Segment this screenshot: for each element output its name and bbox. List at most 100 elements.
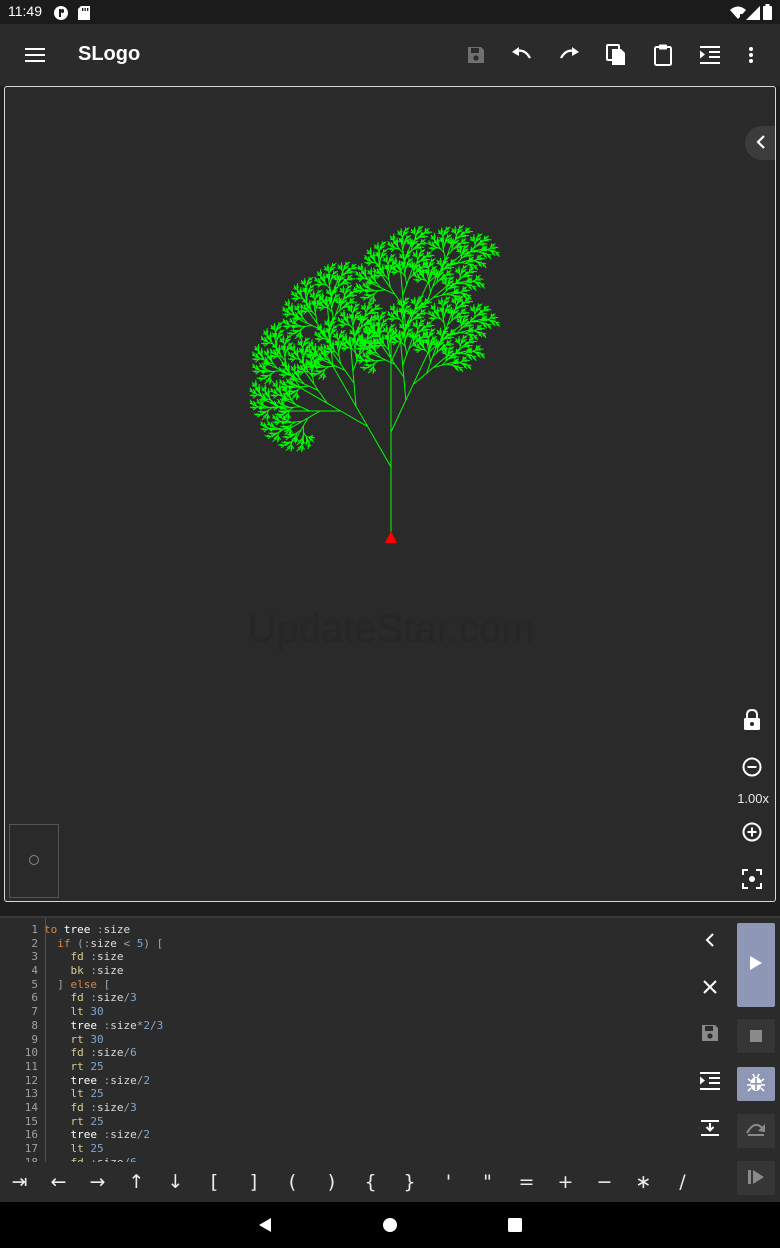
zoom-out-icon[interactable]	[739, 754, 765, 780]
symbol-key[interactable]: ↓	[156, 1162, 195, 1202]
code-token: lt	[70, 1005, 84, 1019]
symbol-key[interactable]: ⇥	[0, 1162, 39, 1202]
format-indent-icon[interactable]	[698, 1069, 722, 1093]
code-line[interactable]: 15 rt 25	[0, 1115, 690, 1129]
panel-toggle-button[interactable]	[745, 126, 775, 160]
code-line[interactable]: 9 rt 30	[0, 1033, 690, 1047]
menu-icon[interactable]	[21, 41, 49, 69]
editor-tools	[690, 918, 780, 1162]
code-editor[interactable]: 1 to tree :size 2 if (:size < 5) [3 fd :si…	[0, 918, 690, 1162]
minimap-viewport	[29, 855, 39, 865]
indent-icon[interactable]	[696, 41, 724, 69]
code-source: fd :size/3	[42, 991, 137, 1005]
code-line[interactable]: 13 lt 25	[0, 1087, 690, 1101]
code-line[interactable]: 7 lt 30	[0, 1005, 690, 1019]
symbol-key[interactable]: "	[468, 1162, 507, 1202]
code-line[interactable]: 4 bk :size	[0, 964, 690, 978]
stop-button[interactable]	[737, 1019, 775, 1053]
symbol-key[interactable]: ↑	[117, 1162, 156, 1202]
turtle-drawing	[249, 225, 500, 543]
code-token: )	[143, 936, 150, 950]
code-line[interactable]: 5 ] else [	[0, 978, 690, 992]
turtle-canvas[interactable]: UpdateStar.com 1.00x	[4, 86, 776, 902]
code-token: :	[97, 923, 104, 936]
code-line[interactable]: 2 if (:size < 5) [	[0, 937, 690, 951]
symbol-key[interactable]: (	[273, 1162, 312, 1202]
code-line[interactable]: 8 tree :size*2/3	[0, 1019, 690, 1033]
symbol-key[interactable]: →	[78, 1162, 117, 1202]
code-source: tree :size/2	[42, 1128, 151, 1142]
lock-icon[interactable]	[739, 707, 765, 733]
symbol-key[interactable]: −	[585, 1162, 624, 1202]
code-line[interactable]: 1 to tree :size	[0, 923, 690, 937]
save-icon[interactable]	[462, 41, 490, 69]
save-code-icon[interactable]	[698, 1021, 722, 1045]
symbol-key[interactable]: {	[351, 1162, 390, 1202]
step-over-button[interactable]	[737, 1114, 775, 1148]
signal-icon	[746, 5, 760, 24]
symbol-bar: ⇥ ← → ↑ ↓[](){} ' " = + − ∗ /	[0, 1161, 780, 1202]
code-token: tree	[70, 1073, 98, 1087]
recents-icon[interactable]	[507, 1217, 523, 1237]
line-number: 11	[24, 1059, 38, 1073]
code-line[interactable]: 6 fd :size/3	[0, 991, 690, 1005]
code-source: rt 25	[42, 1060, 104, 1074]
insert-line-icon[interactable]	[698, 1116, 722, 1140]
zoom-in-icon[interactable]	[739, 819, 765, 845]
redo-icon[interactable]	[555, 41, 583, 69]
code-line[interactable]: 17 lt 25	[0, 1142, 690, 1156]
code-line[interactable]: 14 fd :size/3	[0, 1101, 690, 1115]
home-icon[interactable]	[382, 1217, 398, 1237]
line-number: 15	[24, 1114, 38, 1128]
code-token: (:	[77, 936, 91, 950]
code-line[interactable]: 11 rt 25	[0, 1060, 690, 1074]
symbol-key[interactable]: }	[390, 1162, 429, 1202]
run-button[interactable]	[737, 923, 775, 1007]
code-line[interactable]: 3 fd :size	[0, 950, 690, 964]
debug-button[interactable]	[737, 1067, 775, 1101]
symbol-key[interactable]: +	[546, 1162, 585, 1202]
code-line[interactable]: 16 tree :size/2	[0, 1128, 690, 1142]
symbol-key[interactable]: ∗	[624, 1162, 663, 1202]
code-line[interactable]: 12 tree :size/2	[0, 1074, 690, 1088]
code-source: lt 30	[42, 1005, 104, 1019]
code-source: lt 25	[42, 1087, 104, 1101]
paste-icon[interactable]	[649, 41, 677, 69]
minimap[interactable]	[9, 824, 59, 898]
code-token: size	[97, 991, 124, 1005]
symbol-key[interactable]: /	[663, 1162, 702, 1202]
copy-icon[interactable]	[602, 41, 630, 69]
chevron-left-icon[interactable]	[698, 928, 722, 952]
close-icon[interactable]	[698, 975, 722, 999]
code-token: size	[110, 1018, 137, 1032]
code-token: rt	[70, 1032, 84, 1046]
code-line[interactable]: 10 fd :size/6	[0, 1046, 690, 1060]
step-forward-icon	[748, 1169, 764, 1188]
code-source: fd :size/6	[42, 1046, 137, 1060]
more-vert-icon[interactable]	[737, 41, 765, 69]
code-text[interactable]: 1 to tree :size 2 if (:size < 5) [3 fd :si…	[0, 918, 690, 1162]
tree-path	[249, 225, 500, 537]
back-icon[interactable]	[257, 1217, 273, 1237]
line-number: 4	[31, 964, 38, 978]
symbol-key[interactable]: )	[312, 1162, 351, 1202]
code-token: :	[90, 950, 97, 964]
symbol-key[interactable]: ←	[39, 1162, 78, 1202]
code-token: size	[97, 1046, 124, 1060]
symbol-key[interactable]: =	[507, 1162, 546, 1202]
symbol-key[interactable]: [	[195, 1162, 234, 1202]
center-focus-icon[interactable]	[739, 866, 765, 892]
code-token: fd	[70, 991, 84, 1005]
symbol-key[interactable]: '	[429, 1162, 468, 1202]
undo-icon[interactable]	[508, 41, 536, 69]
symbol-key[interactable]: ]	[234, 1162, 273, 1202]
step-button[interactable]	[737, 1161, 775, 1195]
line-number: 1	[31, 923, 38, 936]
code-token: size	[103, 923, 131, 936]
